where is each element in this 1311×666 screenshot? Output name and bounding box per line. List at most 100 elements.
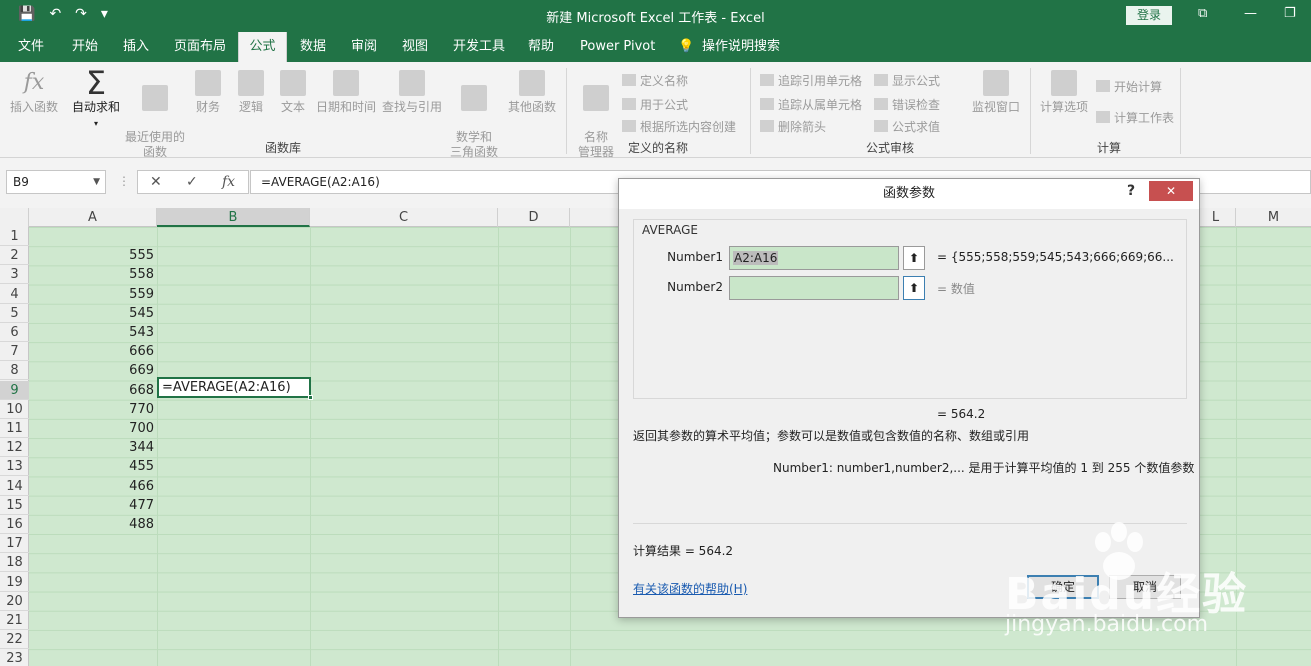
tab-insert[interactable]: 插入: [117, 32, 155, 62]
cell-a11[interactable]: 700: [29, 419, 157, 438]
cell-a16[interactable]: 488: [29, 515, 157, 534]
cell-a3[interactable]: 558: [29, 265, 157, 284]
cell-a5[interactable]: 545: [29, 304, 157, 323]
date-time-button[interactable]: 日期和时间: [314, 70, 378, 115]
financial-button[interactable]: 财务: [190, 70, 226, 115]
use-in-formula-button[interactable]: 用于公式: [622, 96, 688, 113]
evaluate-formula-button[interactable]: 公式求值: [874, 118, 940, 135]
tab-page-layout[interactable]: 页面布局: [168, 32, 232, 62]
error-checking-button[interactable]: 错误检查: [874, 96, 940, 113]
row-header[interactable]: 1: [0, 227, 29, 246]
tab-data[interactable]: 数据: [294, 32, 332, 62]
define-name-button[interactable]: 定义名称: [622, 72, 688, 89]
row-header[interactable]: 3: [0, 265, 29, 285]
row-header[interactable]: 13: [0, 457, 29, 477]
collapse-dialog-icon[interactable]: ⬆: [903, 276, 925, 300]
fill-handle[interactable]: [308, 395, 313, 400]
tab-view[interactable]: 视图: [396, 32, 434, 62]
function-help-link[interactable]: 有关该函数的帮助(H): [633, 580, 747, 597]
row-header[interactable]: 16: [0, 515, 29, 534]
trace-precedents-button[interactable]: 追踪引用单元格: [760, 72, 862, 89]
row-header[interactable]: 14: [0, 477, 29, 496]
login-button[interactable]: 登录: [1126, 6, 1172, 25]
cell-a8[interactable]: 669: [29, 361, 157, 380]
tab-file[interactable]: 文件: [12, 32, 50, 62]
row-header[interactable]: 23: [0, 649, 29, 666]
cell-a4[interactable]: 559: [29, 285, 157, 304]
autosum-button[interactable]: Σ 自动求和 ▾: [68, 67, 124, 131]
ok-button[interactable]: 确定: [1027, 575, 1099, 599]
row-header[interactable]: 20: [0, 592, 29, 611]
row-header[interactable]: 15: [0, 496, 29, 515]
column-header-a[interactable]: A: [29, 208, 157, 227]
help-icon[interactable]: ?: [1127, 183, 1135, 199]
cancel-button[interactable]: 取消: [1109, 575, 1181, 599]
name-box[interactable]: B9 ▼: [6, 170, 106, 194]
cancel-icon[interactable]: ✕: [150, 174, 162, 190]
cell-a2[interactable]: 555: [29, 246, 157, 265]
logical-button[interactable]: 逻辑: [233, 70, 269, 115]
calculate-sheet-button[interactable]: 计算工作表: [1096, 109, 1174, 126]
column-header-b[interactable]: B: [157, 208, 310, 227]
column-header-m[interactable]: M: [1236, 208, 1311, 227]
number1-input[interactable]: A2:A16: [729, 246, 899, 270]
active-cell-b9[interactable]: =AVERAGE(A2:A16): [157, 377, 313, 400]
row-header[interactable]: 8: [0, 361, 29, 381]
cell-a10[interactable]: 770: [29, 400, 157, 419]
number2-input[interactable]: [729, 276, 899, 300]
enter-icon[interactable]: ✓: [186, 174, 198, 190]
tell-me-search[interactable]: 操作说明搜索: [696, 32, 786, 62]
show-formulas-button[interactable]: 显示公式: [874, 72, 940, 89]
cell-a13[interactable]: 455: [29, 457, 157, 476]
tab-developer[interactable]: 开发工具: [447, 32, 511, 62]
row-header[interactable]: 22: [0, 630, 29, 650]
tab-formulas[interactable]: 公式: [238, 32, 287, 62]
minimize-icon[interactable]: —: [1244, 6, 1257, 21]
select-all-corner[interactable]: [0, 208, 29, 227]
name-box-dropdown-icon[interactable]: ▼: [93, 171, 100, 193]
trace-dependents-button[interactable]: 追踪从属单元格: [760, 96, 862, 113]
column-header-d[interactable]: D: [498, 208, 570, 227]
more-functions-button[interactable]: 其他函数: [506, 70, 558, 115]
remove-arrows-button[interactable]: 删除箭头: [760, 118, 826, 135]
calculation-options-button[interactable]: 计算选项: [1036, 70, 1092, 115]
row-header[interactable]: 11: [0, 419, 29, 438]
row-header[interactable]: 9: [0, 380, 29, 400]
restore-icon[interactable]: ❐: [1284, 6, 1296, 21]
watch-window-button[interactable]: 监视窗口: [968, 70, 1024, 115]
create-from-selection-button[interactable]: 根据所选内容创建: [622, 118, 736, 135]
row-header[interactable]: 2: [0, 246, 29, 266]
tab-review[interactable]: 审阅: [345, 32, 383, 62]
tab-home[interactable]: 开始: [66, 32, 104, 62]
column-header-c[interactable]: C: [310, 208, 498, 227]
calculate-now-button[interactable]: 开始计算: [1096, 78, 1162, 95]
cell-a9[interactable]: 668: [29, 381, 157, 400]
cell-a12[interactable]: 344: [29, 438, 157, 457]
cell-a7[interactable]: 666: [29, 342, 157, 361]
ribbon-display-icon[interactable]: ⧉: [1198, 6, 1207, 21]
insert-function-button[interactable]: fx 插入函数: [4, 70, 64, 115]
cell-a15[interactable]: 477: [29, 496, 157, 515]
collapse-dialog-icon[interactable]: ⬆: [903, 246, 925, 270]
row-header[interactable]: 19: [0, 573, 29, 592]
name-manager-button[interactable]: 名称 管理器: [572, 70, 620, 160]
row-header[interactable]: 10: [0, 400, 29, 419]
row-header[interactable]: 6: [0, 323, 29, 342]
lookup-reference-button[interactable]: 查找与引用: [380, 70, 444, 115]
row-header[interactable]: 18: [0, 553, 29, 573]
text-button[interactable]: 文本: [275, 70, 311, 115]
row-header[interactable]: 17: [0, 534, 29, 554]
row-header[interactable]: 21: [0, 611, 29, 630]
row-header[interactable]: 4: [0, 285, 29, 304]
close-button[interactable]: ✕: [1149, 181, 1193, 201]
row-header[interactable]: 12: [0, 438, 29, 458]
insert-function-icon[interactable]: fx: [222, 174, 235, 190]
tab-help[interactable]: 帮助: [522, 32, 560, 62]
cell-a6[interactable]: 543: [29, 323, 157, 342]
row-header[interactable]: 5: [0, 304, 29, 323]
cell-a14[interactable]: 466: [29, 477, 157, 496]
row-header[interactable]: 7: [0, 342, 29, 362]
recently-used-button[interactable]: 最近使用的 函数: [122, 70, 188, 160]
column-header-l[interactable]: L: [1196, 208, 1236, 227]
tab-power-pivot[interactable]: Power Pivot: [574, 32, 661, 62]
